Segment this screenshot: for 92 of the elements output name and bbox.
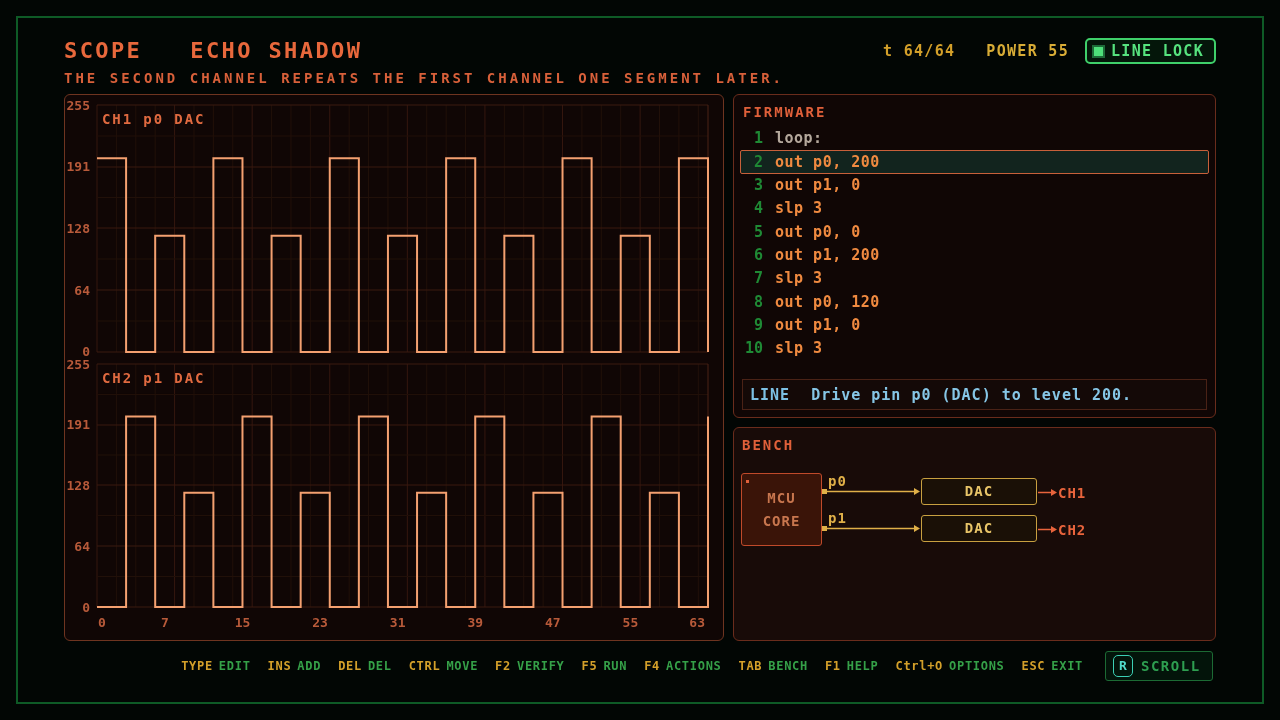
- line-number: 3: [752, 175, 763, 197]
- puzzle-title: ECHO SHADOW: [190, 38, 363, 64]
- line-number: 1: [752, 128, 763, 150]
- code-text: out p1, 200: [775, 245, 880, 267]
- axis-tick-label: 23: [312, 614, 328, 630]
- scroll-button[interactable]: R SCROLL: [1105, 651, 1213, 681]
- pin-label: p0: [828, 472, 847, 490]
- axis-tick-label: 0: [98, 614, 106, 630]
- channel-label: CH1: [1058, 483, 1087, 502]
- dac-block: DAC: [921, 478, 1037, 505]
- axis-tick-label: 47: [545, 614, 561, 630]
- code-text: out p0, 0: [775, 221, 861, 243]
- shortcut-action: OPTIONS: [949, 658, 1005, 675]
- axis-tick-label: 0: [82, 343, 90, 357]
- shortcut-key: F4: [644, 657, 660, 675]
- code-line[interactable]: 3 out p1, 0: [740, 173, 1209, 197]
- axis-tick-label: 128: [66, 477, 90, 493]
- shortcut-action: EXIT: [1051, 658, 1083, 675]
- shortcut-key: TYPE: [181, 657, 213, 675]
- line-number: 7: [752, 268, 763, 290]
- axis-tick-label: 31: [389, 614, 406, 630]
- shortcut-key: F1: [824, 657, 841, 675]
- code-text: slp 3: [775, 198, 823, 220]
- info-text: Drive pin p0 (DAC) to level 200.: [811, 384, 1133, 406]
- code-line[interactable]: 6 out p1, 200: [740, 243, 1209, 267]
- axis-tick-label: 0: [82, 599, 90, 615]
- line-lock-button[interactable]: LINE LOCK: [1085, 38, 1216, 64]
- code-text: slp 3: [775, 338, 823, 360]
- code-text: loop:: [775, 128, 823, 150]
- shortcut-key: F2: [495, 657, 511, 675]
- axis-tick-label: 64: [74, 282, 90, 298]
- pin-label: p1: [828, 509, 847, 527]
- code-line[interactable]: 7 slp 3: [740, 266, 1209, 291]
- code-line[interactable]: 5 out p0, 0: [740, 220, 1209, 244]
- shortcut-action: RUN: [603, 658, 628, 675]
- axis-tick-label: 255: [66, 357, 90, 372]
- key-cap: R: [1113, 655, 1133, 677]
- axis-tick-label: 128: [66, 220, 90, 236]
- shortcut-key: ESC: [1021, 657, 1046, 675]
- dac-block: DAC: [921, 514, 1037, 542]
- puzzle-subtitle: THE SECOND CHANNEL REPEATS THE FIRST CHANNEL ONE SEGMENT LATER.: [64, 69, 784, 88]
- line-number: 8: [752, 291, 763, 313]
- axis-tick-label: 7: [160, 614, 169, 630]
- line-number: 4: [752, 198, 763, 220]
- app-title: SCOPE: [64, 38, 143, 64]
- power-readout: POWER 55: [986, 40, 1069, 62]
- shortcut-action: ADD: [297, 658, 322, 675]
- code-line[interactable]: 9 out p1, 0: [740, 313, 1209, 337]
- mcu-label: CORE: [762, 512, 801, 530]
- axis-tick-label: 255: [66, 97, 90, 113]
- line-number: 10: [743, 338, 763, 360]
- shortcut-key: INS: [267, 657, 292, 675]
- info-label: LINE: [750, 384, 791, 406]
- shortcut-key: DEL: [338, 657, 362, 675]
- shortcut-action: EDIT: [218, 658, 251, 675]
- line-number: 5: [752, 221, 763, 243]
- shortcut-action: BENCH: [768, 658, 808, 675]
- axis-tick-label: 55: [622, 614, 639, 630]
- shortcut-key: F5: [581, 657, 598, 675]
- line-number: 9: [752, 315, 763, 337]
- axis-tick-label: 39: [467, 614, 484, 630]
- code-text: out p0, 200: [775, 151, 880, 173]
- shortcut-key: Ctrl+O: [895, 657, 944, 675]
- shortcut-action: MOVE: [446, 658, 479, 675]
- shortcut-action: ACTIONS: [666, 658, 722, 675]
- shortcut-key: CTRL: [408, 657, 441, 675]
- shortcut-action: DEL: [367, 658, 392, 675]
- shortcut-key: TAB: [738, 657, 763, 675]
- code-line[interactable]: 10 slp 3: [740, 336, 1209, 361]
- code-text: out p1, 0: [775, 175, 861, 197]
- axis-tick-label: 15: [234, 614, 251, 630]
- code-line[interactable]: 8 out p0, 120: [740, 290, 1209, 314]
- axis-tick-label: 191: [66, 417, 90, 433]
- axis-tick-label: 191: [66, 159, 90, 175]
- code-line[interactable]: 4 slp 3: [740, 197, 1209, 221]
- line-number: 6: [752, 245, 763, 267]
- shortcut-action: VERIFY: [516, 658, 565, 675]
- code-text: out p1, 0: [775, 315, 861, 337]
- mcu-label: MCU: [767, 489, 796, 507]
- code-text: out p0, 120: [775, 291, 880, 313]
- axis-tick-label: 63: [689, 614, 705, 630]
- shortcut-action: HELP: [846, 658, 879, 675]
- axis-tick-label: 64: [74, 538, 90, 554]
- chart-title: CH1 p0 DAC: [102, 111, 206, 127]
- time-counter: t 64/64: [883, 40, 956, 62]
- panel-title: FIRMWARE: [743, 103, 828, 121]
- line-number: 2: [752, 151, 763, 173]
- channel-label: CH2: [1058, 520, 1087, 539]
- code-line[interactable]: 1 loop:: [740, 127, 1209, 151]
- code-text: slp 3: [775, 268, 823, 290]
- panel-title: BENCH: [742, 436, 796, 454]
- chart-title: CH2 p1 DAC: [102, 370, 206, 386]
